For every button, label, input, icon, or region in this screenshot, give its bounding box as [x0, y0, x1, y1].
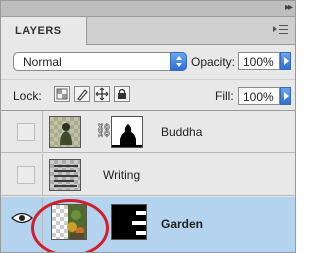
lock-row: Lock: Fill: 100% [1, 79, 295, 109]
layer-row-writing[interactable]: Writing [1, 154, 295, 196]
layer-name: Buddha [161, 125, 203, 139]
layer-name: Garden [161, 217, 204, 231]
blend-mode-value: Normal [23, 55, 62, 69]
layer-thumbnail[interactable] [49, 159, 81, 191]
lock-all-icon[interactable] [114, 86, 130, 102]
fill-field[interactable]: 100% [238, 87, 280, 105]
lock-position-icon[interactable] [94, 86, 110, 102]
layer-mask-thumbnail[interactable] [111, 204, 147, 240]
fill-label: Fill: [215, 89, 234, 103]
visibility-toggle[interactable] [1, 154, 43, 196]
collapse-arrows-icon[interactable]: ▸▸ [285, 2, 293, 13]
layer-thumbnail[interactable] [49, 116, 81, 148]
opacity-slider-arrow-icon[interactable] [280, 52, 291, 70]
layer-row-buddha[interactable]: ⛓ Buddha [1, 111, 295, 153]
tab-layers[interactable]: LAYERS [1, 17, 87, 45]
lock-transparent-pixels-icon[interactable] [54, 86, 70, 102]
opacity-label: Opacity: [191, 55, 236, 69]
panel-tab-row: LAYERS [1, 17, 295, 45]
visibility-toggle[interactable] [1, 111, 43, 153]
layer-name: Writing [103, 168, 141, 182]
layers-panel: ▸▸ LAYERS Normal Opacity: 100% Lock: Fil… [0, 0, 296, 253]
panel-title-strip: ▸▸ [1, 1, 295, 17]
fill-slider-arrow-icon[interactable] [280, 87, 291, 105]
layer-mask-thumbnail[interactable] [111, 116, 143, 148]
panel-menu-icon[interactable] [273, 23, 289, 37]
blend-mode-select[interactable]: Normal [13, 52, 187, 71]
blend-mode-row: Normal Opacity: 100% [1, 46, 295, 76]
lock-label: Lock: [13, 89, 42, 103]
select-arrows-icon[interactable] [170, 52, 187, 71]
eye-icon[interactable] [11, 211, 33, 225]
opacity-field[interactable]: 100% [238, 52, 280, 70]
highlight-circle [31, 199, 109, 252]
lock-image-pixels-icon[interactable] [74, 86, 90, 102]
